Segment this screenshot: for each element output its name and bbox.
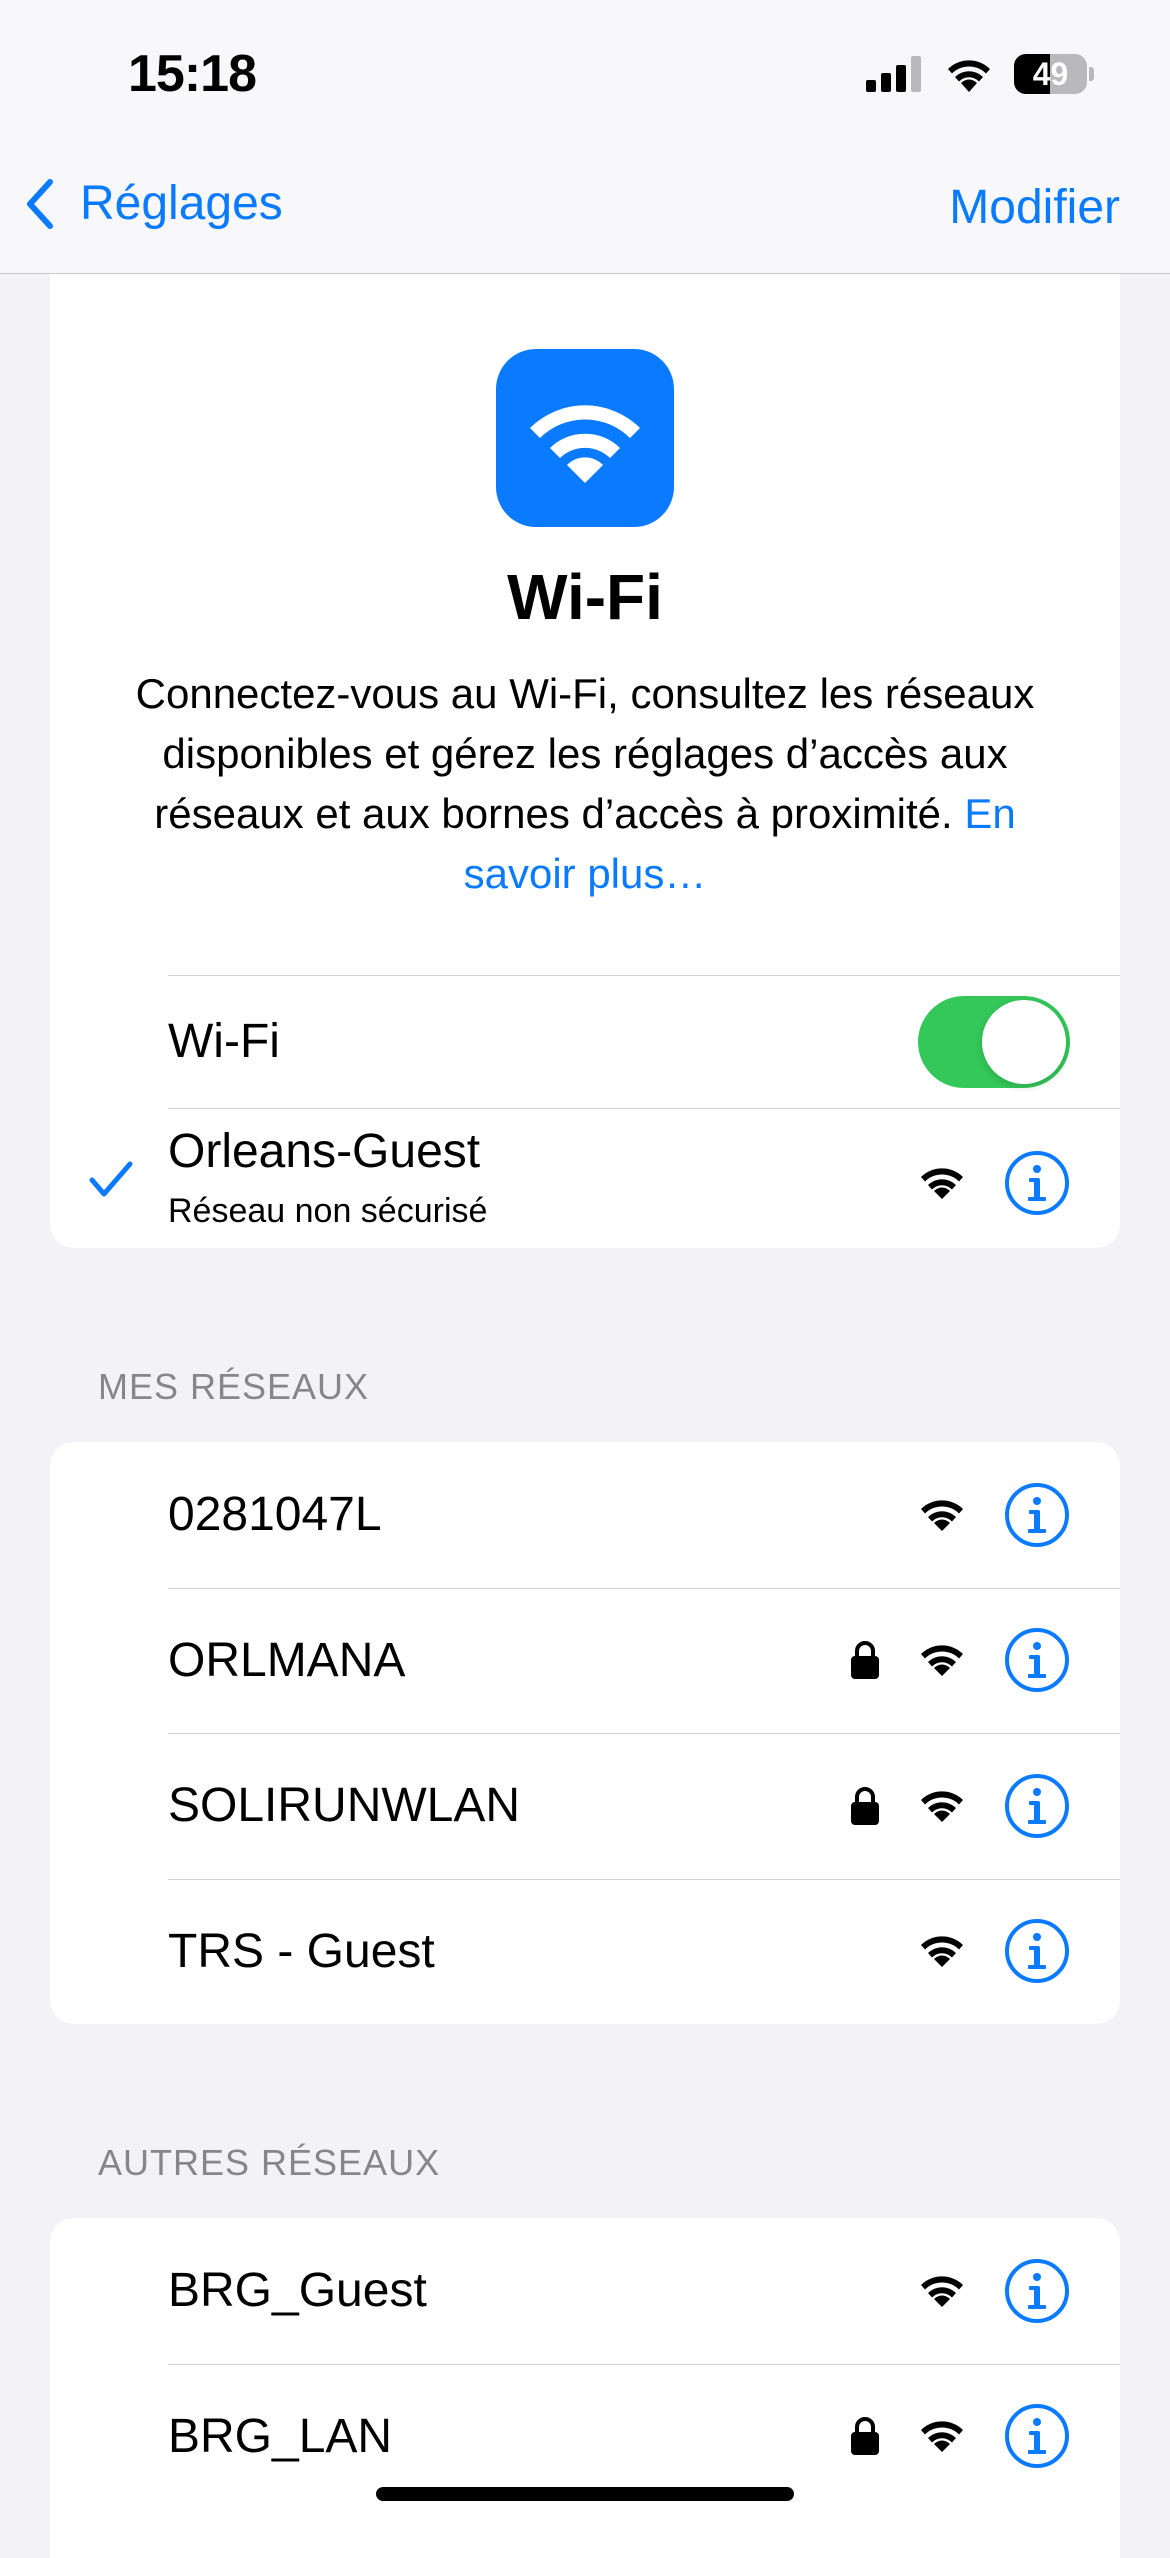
info-circle-icon[interactable] — [1004, 2258, 1070, 2324]
back-button[interactable]: Réglages — [24, 176, 283, 231]
wifi-signal-icon — [921, 2276, 963, 2307]
info-circle-icon[interactable] — [1004, 2403, 1070, 2469]
other-networks-header: AUTRES RÉSEAUX — [98, 2142, 441, 2183]
wifi-main-card: Wi-Fi Connectez-vous au Wi-Fi, consultez… — [50, 274, 1120, 1248]
info-circle-icon[interactable] — [1004, 1482, 1070, 1548]
battery-icon: 49 — [1014, 54, 1094, 94]
connected-network-status: Réseau non sécurisé — [168, 1192, 488, 1230]
network-row[interactable]: ORLMANA — [50, 1588, 1120, 1734]
network-row[interactable]: 0281047L — [50, 1442, 1120, 1588]
status-bar: 15:18 49 — [0, 0, 1170, 150]
wifi-description: Connectez-vous au Wi-Fi, consultez les r… — [110, 664, 1060, 904]
info-circle-icon[interactable] — [1004, 1773, 1070, 1839]
info-circle-icon[interactable] — [1004, 1918, 1070, 1984]
connected-network-name: Orleans-Guest — [168, 1125, 481, 1178]
edit-button[interactable]: Modifier — [949, 180, 1120, 235]
checkmark-icon — [89, 1161, 133, 1197]
wifi-toggle-label: Wi-Fi — [168, 1015, 280, 1068]
back-button-label: Réglages — [80, 177, 283, 230]
wifi-toggle[interactable] — [918, 995, 1070, 1088]
network-name: BRG_Guest — [168, 2264, 427, 2318]
network-name: SOLIRUNWLAN — [168, 1779, 521, 1833]
navigation-bar: Réglages Modifier — [0, 150, 1170, 274]
wifi-signal-icon — [921, 1168, 963, 1199]
lock-icon — [851, 2417, 879, 2456]
wifi-status-icon — [948, 60, 990, 92]
page-title: Wi-Fi — [507, 561, 663, 633]
network-name: 0281047L — [168, 1488, 382, 1542]
info-circle-icon[interactable] — [1004, 1150, 1070, 1216]
battery-level: 49 — [1032, 55, 1069, 92]
lock-icon — [851, 1641, 879, 1680]
my-networks-header: MES RÉSEAUX — [98, 1366, 370, 1407]
network-row[interactable]: SOLIRUNWLAN — [50, 1733, 1120, 1879]
network-row[interactable]: TRS - Guest — [50, 1879, 1120, 2025]
connected-network-row[interactable]: Orleans-Guest Réseau non sécurisé — [50, 1108, 1120, 1248]
chevron-left-icon — [27, 178, 53, 229]
wifi-toggle-row: Wi-Fi — [50, 975, 1120, 1108]
cellular-signal-icon — [866, 56, 921, 92]
info-circle-icon[interactable] — [1004, 1627, 1070, 1693]
wifi-description-text: Connectez-vous au Wi-Fi, consultez les r… — [135, 670, 1035, 837]
my-networks-list: 0281047L ORLMANA SOLIRUNWLAN TRS - Guest — [50, 1442, 1120, 2024]
wifi-signal-icon — [921, 2421, 963, 2453]
home-indicator — [376, 2487, 794, 2501]
other-networks-list: BRG_Guest BRG_LAN — [50, 2218, 1120, 2558]
network-name: ORLMANA — [168, 1633, 406, 1687]
wifi-signal-icon — [921, 1936, 963, 1968]
wifi-signal-icon — [921, 1500, 963, 1531]
wifi-signal-icon — [921, 1645, 963, 1677]
status-icons: 49 — [866, 54, 1094, 94]
status-time: 15:18 — [128, 45, 257, 103]
lock-icon — [851, 1786, 879, 1825]
network-row[interactable]: BRG_Guest — [50, 2218, 1120, 2364]
wifi-app-icon — [496, 349, 674, 527]
network-name: TRS - Guest — [168, 1924, 435, 1978]
network-name: BRG_LAN — [168, 2409, 393, 2463]
wifi-signal-icon — [921, 1791, 963, 1822]
